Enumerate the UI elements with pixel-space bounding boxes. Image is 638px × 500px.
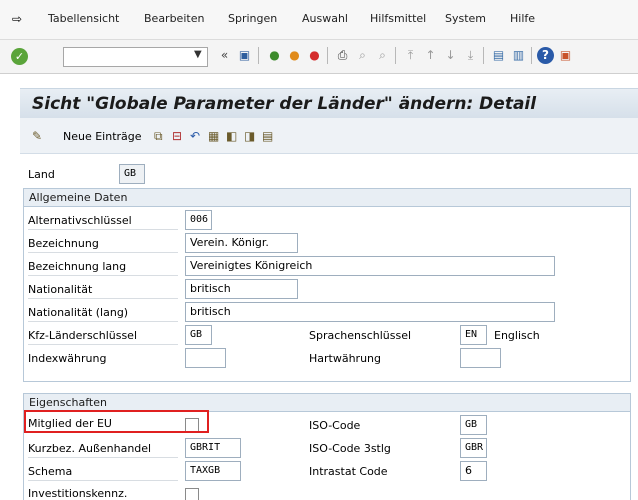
schema-field[interactable]: TAXGB [185, 461, 241, 481]
exit-icon[interactable]: ● [286, 47, 303, 64]
shortcut-icon[interactable]: ▥ [510, 47, 527, 64]
nationality-field[interactable]: britisch [185, 279, 298, 299]
previous-page-icon[interactable]: ↑ [422, 47, 439, 64]
next-page-icon[interactable]: ↓ [442, 47, 459, 64]
index-currency-field[interactable] [185, 348, 226, 368]
hard-currency-label: Hartwährung [309, 352, 382, 365]
page-title: Sicht "Globale Parameter der Länder" änd… [32, 94, 537, 114]
vehicle-key-field[interactable]: GB [185, 325, 212, 345]
undo-icon[interactable]: ↶ [190, 129, 200, 143]
hard-currency-field[interactable] [460, 348, 501, 368]
find-next-icon[interactable]: ⌕ [374, 47, 391, 64]
first-page-icon[interactable]: ⤒ [402, 47, 419, 64]
find-icon[interactable]: ⌕ [354, 47, 371, 64]
last-page-icon[interactable]: ⤓ [462, 47, 479, 64]
copy-icon[interactable]: ⧉ [154, 129, 163, 144]
collapse-icon[interactable]: « [216, 47, 233, 64]
variant-icon[interactable]: ▤ [262, 129, 273, 143]
trade-short-label: Kurzbez. Außenhandel [28, 440, 178, 458]
intrastat-label: Intrastat Code [309, 465, 388, 478]
command-field[interactable] [63, 47, 208, 67]
name-long-label: Bezeichnung lang [28, 258, 178, 276]
vehicle-key-label: Kfz-Länderschlüssel [28, 327, 178, 345]
layout-menu-icon[interactable]: ▣ [557, 47, 574, 64]
menu-exit-icon[interactable]: ⇨ [12, 12, 22, 26]
iso-code-label: ISO-Code [309, 419, 361, 432]
nationality-label: Nationalität [28, 281, 178, 299]
toolbar-separator [258, 47, 259, 64]
nationality-long-label: Nationalität (lang) [28, 304, 178, 322]
toolbar-separator [395, 47, 396, 64]
language-name: Englisch [494, 329, 540, 342]
toolbar-separator [483, 47, 484, 64]
index-currency-label: Indexwährung [28, 352, 107, 365]
menu-tabellensicht[interactable]: Tabellensicht [48, 12, 119, 25]
cancel-icon[interactable]: ● [306, 47, 323, 64]
new-session-icon[interactable]: ▤ [490, 47, 507, 64]
iso-code-field[interactable]: GB [460, 415, 487, 435]
trade-short-field[interactable]: GBRIT [185, 438, 241, 458]
name-label: Bezeichnung [28, 235, 178, 253]
general-data-header: Allgemeine Daten [24, 189, 630, 207]
iso3-label: ISO-Code 3stlg [309, 442, 391, 455]
toolbar-separator [531, 47, 532, 64]
title-bar: Sicht "Globale Parameter der Länder" änd… [20, 88, 638, 118]
investment-checkbox[interactable] [185, 488, 199, 500]
previous-entry-icon[interactable]: ◧ [226, 129, 237, 143]
enter-icon[interactable]: ✓ [11, 48, 28, 65]
display-change-icon[interactable]: ✎ [32, 129, 42, 143]
select-all-icon[interactable]: ▦ [208, 129, 219, 143]
delete-icon[interactable]: ⊟ [172, 129, 182, 143]
command-dropdown-icon[interactable]: ▼ [194, 49, 202, 60]
nationality-long-field[interactable]: britisch [185, 302, 555, 322]
help-icon[interactable]: ? [537, 47, 554, 64]
alt-key-label: Alternativschlüssel [28, 212, 178, 230]
menu-springen[interactable]: Springen [228, 12, 277, 25]
investment-label: Investitionskennz. [28, 487, 128, 500]
alt-key-field[interactable]: 006 [185, 210, 212, 230]
new-entries-button[interactable]: Neue Einträge [63, 130, 142, 143]
name-long-field[interactable]: Vereinigtes Königreich [185, 256, 555, 276]
menu-hilfe[interactable]: Hilfe [510, 12, 535, 25]
land-field: GB [119, 164, 145, 184]
back-icon[interactable]: ● [266, 47, 283, 64]
menu-bearbeiten[interactable]: Bearbeiten [144, 12, 204, 25]
next-entry-icon[interactable]: ◨ [244, 129, 255, 143]
menu-auswahl[interactable]: Auswahl [302, 12, 348, 25]
language-key-label: Sprachenschlüssel [309, 329, 412, 342]
land-label: Land [28, 168, 55, 181]
language-key-field[interactable]: EN [460, 325, 487, 345]
highlight-box [24, 410, 209, 433]
print-icon[interactable]: ⎙ [334, 47, 351, 64]
iso3-field[interactable]: GBR [460, 438, 487, 458]
menu-system[interactable]: System [445, 12, 486, 25]
menu-hilfsmittel[interactable]: Hilfsmittel [370, 12, 426, 25]
schema-label: Schema [28, 463, 178, 481]
save-icon[interactable]: ▣ [236, 47, 253, 64]
menu-bar: ⇨ Tabellensicht Bearbeiten Springen Ausw… [0, 0, 638, 40]
intrastat-field[interactable]: 6 [460, 461, 487, 481]
toolbar-separator [327, 47, 328, 64]
name-field[interactable]: Verein. Königr. [185, 233, 298, 253]
